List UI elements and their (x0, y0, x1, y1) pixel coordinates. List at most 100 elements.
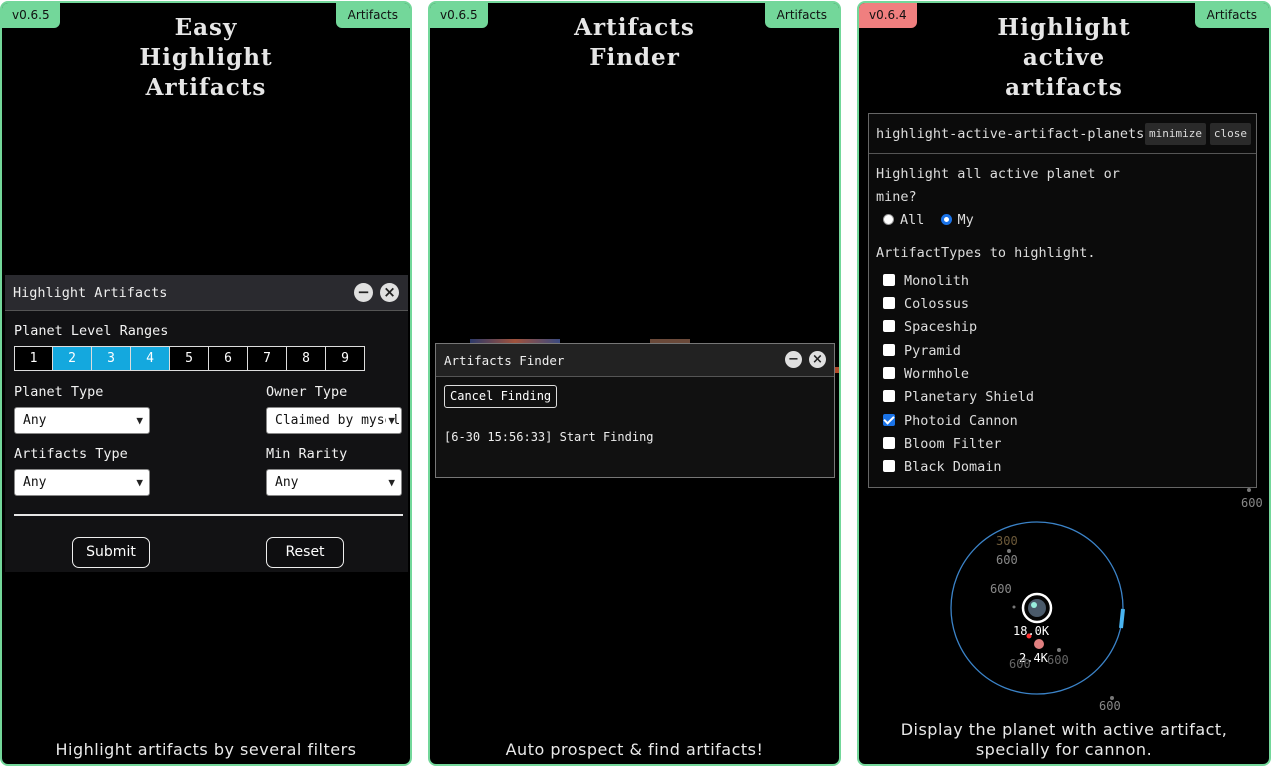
range-arc-highlight (1119, 608, 1125, 629)
title-line: Highlight (139, 44, 273, 71)
owner-type-select[interactable]: Claimed by myself ▼ (266, 407, 402, 434)
panel-header: Highlight Artifacts − × (5, 275, 408, 311)
type-checkbox-row[interactable]: Wormhole (883, 363, 969, 386)
planet-dot (1247, 488, 1251, 492)
type-checkbox-row[interactable]: Black Domain (883, 456, 1002, 479)
close-icon[interactable]: × (380, 283, 399, 302)
close-button[interactable]: close (1209, 123, 1251, 145)
type-checkbox-row[interactable]: Colossus (883, 293, 969, 316)
planet-core (1028, 599, 1046, 617)
chevron-down-icon: ▼ (134, 408, 143, 433)
level-button-5[interactable]: 5 (170, 346, 209, 371)
divider (14, 514, 403, 516)
type-checkbox-row[interactable]: Photoid Cannon (883, 410, 1018, 433)
panel-header: highlight-active-artifact-planets minimi… (869, 114, 1256, 154)
checkbox-checked[interactable] (883, 414, 895, 426)
chevron-down-icon: ▼ (386, 408, 395, 433)
card-easy-highlight-artifacts: v0.6.5 Artifacts Easy Highlight Artifact… (0, 1, 412, 766)
minimize-icon[interactable]: − (354, 283, 373, 302)
checkbox[interactable] (883, 437, 895, 449)
level-ranges-label: Planet Level Ranges (14, 323, 169, 339)
submit-button[interactable]: Submit (72, 537, 150, 568)
small-planet-icon[interactable] (1034, 639, 1044, 649)
checkbox[interactable] (883, 320, 895, 332)
checkbox[interactable] (883, 390, 895, 402)
checkbox[interactable] (883, 274, 895, 286)
map-label: 300 (996, 534, 1018, 548)
checkbox[interactable] (883, 344, 895, 356)
planet-type-select[interactable]: Any ▼ (14, 407, 150, 434)
level-button-3[interactable]: 3 (92, 346, 131, 371)
map-label: 600 (1099, 699, 1121, 713)
checkbox-label: Planetary Shield (904, 389, 1035, 405)
checkbox-label: Spaceship (904, 319, 978, 335)
panel-title: Highlight Artifacts (13, 285, 168, 301)
checkbox-label: Wormhole (904, 366, 970, 382)
level-range-selector: 1 2 3 4 5 6 7 8 9 (14, 346, 365, 371)
card-caption: Auto prospect & find artifacts! (505, 740, 764, 759)
level-button-7[interactable]: 7 (248, 346, 287, 371)
caption-line: specially for cannon. (975, 740, 1153, 759)
level-button-2[interactable]: 2 (53, 346, 92, 371)
card-title: Easy Highlight Artifacts (2, 13, 410, 103)
checkbox[interactable] (883, 367, 895, 379)
artifacts-finder-panel: Artifacts Finder − × Cancel Finding [6-3… (435, 343, 835, 478)
card-artifacts-finder: v0.6.5 Artifacts Artifacts Finder Artifa… (428, 1, 841, 766)
checkbox-label: Bloom Filter (904, 436, 1002, 452)
title-line: Finder (589, 44, 680, 71)
map-label: 600 (1241, 496, 1263, 510)
reset-button[interactable]: Reset (266, 537, 344, 568)
planet-dot (1057, 648, 1061, 652)
question-line: mine? (876, 189, 917, 205)
title-line: Artifacts (574, 14, 695, 41)
level-button-8[interactable]: 8 (287, 346, 326, 371)
checkbox-label: Colossus (904, 296, 970, 312)
chevron-down-icon: ▼ (386, 470, 395, 495)
checkbox[interactable] (883, 297, 895, 309)
type-checkbox-row[interactable]: Spaceship (883, 316, 977, 339)
minimize-icon[interactable]: − (785, 351, 802, 368)
owner-type-value: Claimed by myself (275, 413, 402, 428)
checkbox-label: Pyramid (904, 343, 961, 359)
level-button-1[interactable]: 1 (14, 346, 53, 371)
panel-title: highlight-active-artifact-planets (876, 126, 1145, 142)
radio-all[interactable] (883, 214, 894, 225)
highlight-active-artifact-panel: highlight-active-artifact-planets minimi… (868, 113, 1257, 488)
card-caption: Display the planet with active artifact,… (859, 720, 1269, 760)
cancel-finding-button[interactable]: Cancel Finding (444, 385, 558, 408)
level-button-4[interactable]: 4 (131, 346, 170, 371)
close-icon[interactable]: × (809, 351, 826, 368)
question-line: Highlight all active planet or (876, 166, 1120, 182)
min-rarity-label: Min Rarity (266, 446, 348, 462)
planet-type-label: Planet Type (14, 384, 104, 400)
scope-radio-group: All My (883, 209, 974, 232)
level-button-6[interactable]: 6 (209, 346, 248, 371)
planet-dot (1012, 605, 1016, 609)
type-checkbox-row[interactable]: Monolith (883, 270, 969, 293)
card-highlight-active-artifacts: v0.6.4 Artifacts Highlight active artifa… (857, 1, 1271, 766)
checkbox-label: Black Domain (904, 459, 1002, 475)
artifacts-type-value: Any (23, 475, 47, 490)
minimize-button[interactable]: minimize (1145, 123, 1206, 145)
checkbox[interactable] (883, 460, 895, 472)
card-title: Artifacts Finder (430, 13, 839, 73)
card-caption: Highlight artifacts by several filters (55, 740, 357, 759)
artifacts-type-select[interactable]: Any ▼ (14, 469, 150, 496)
radio-my[interactable] (940, 214, 952, 225)
level-button-9[interactable]: 9 (326, 346, 365, 371)
type-checkbox-row[interactable]: Bloom Filter (883, 433, 1002, 456)
owner-type-label: Owner Type (266, 384, 348, 400)
planet-feature (1031, 602, 1037, 608)
highlight-artifacts-panel: Highlight Artifacts − × Planet Level Ran… (5, 275, 408, 572)
min-rarity-select[interactable]: Any ▼ (266, 469, 402, 496)
panel-header: Artifacts Finder − × (436, 344, 834, 377)
finder-log-line: [6-30 15:56:33] Start Finding (444, 430, 654, 444)
map-label: 600 (1047, 653, 1069, 667)
title-line: Artifacts (145, 74, 267, 101)
type-checkbox-row[interactable]: Pyramid (883, 340, 961, 363)
types-label: ArtifactTypes to highlight. (876, 245, 1096, 261)
active-scope-question: Highlight all active planet or mine? (876, 163, 1120, 209)
map-label: 600 (990, 582, 1012, 596)
panel-title: Artifacts Finder (444, 353, 565, 368)
type-checkbox-row[interactable]: Planetary Shield (883, 386, 1034, 409)
